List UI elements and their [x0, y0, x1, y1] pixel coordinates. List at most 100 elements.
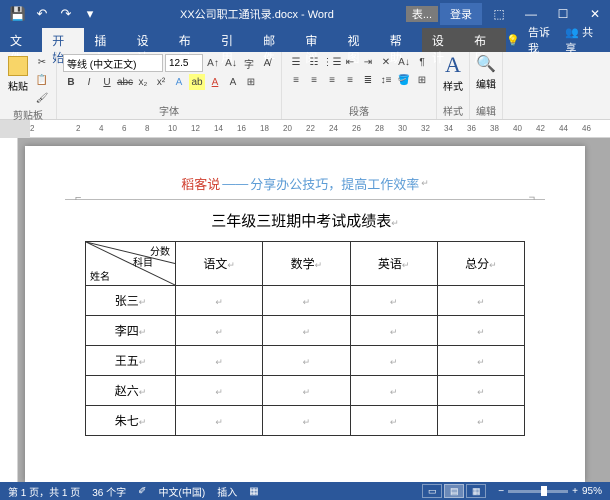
insert-mode[interactable]: 插入	[217, 484, 237, 499]
table-cell[interactable]: ↵	[437, 376, 524, 406]
table-cell[interactable]: ↵	[350, 376, 437, 406]
table-cell[interactable]: ↵	[437, 346, 524, 376]
tab-home[interactable]: 开始	[42, 28, 84, 52]
read-mode-icon[interactable]: ▭	[422, 484, 442, 498]
tab-file[interactable]: 文件	[0, 28, 42, 52]
horizontal-ruler[interactable]: 2246810121416182022242628303234363840424…	[0, 120, 610, 138]
tab-mail[interactable]: 邮件	[253, 28, 295, 52]
zoom-slider[interactable]	[508, 490, 568, 493]
row-name[interactable]: 赵六↵	[86, 376, 176, 406]
multilevel-icon[interactable]: ⋮☰	[324, 54, 340, 70]
vertical-ruler[interactable]	[0, 138, 18, 482]
table-cell[interactable]: ↵	[263, 406, 350, 436]
line-spacing-icon[interactable]: ↕≡	[378, 72, 394, 88]
char-scale-icon[interactable]: ✕	[378, 54, 394, 70]
char-shading-icon[interactable]: A	[225, 74, 241, 90]
text-effect-icon[interactable]: A	[171, 74, 187, 90]
highlight-icon[interactable]: ab	[189, 74, 205, 90]
paste-button[interactable]: 粘贴	[6, 54, 30, 95]
char-border-icon[interactable]: ⊞	[243, 74, 259, 90]
save-icon[interactable]: 💾	[8, 4, 28, 24]
align-left-icon[interactable]: ≡	[288, 72, 304, 88]
sort-icon[interactable]: A↓	[396, 54, 412, 70]
table-cell[interactable]: ↵	[176, 286, 263, 316]
show-marks-icon[interactable]: ¶	[414, 54, 430, 70]
table-cell[interactable]: ↵	[437, 286, 524, 316]
ribbon-options-icon[interactable]: ⬚	[484, 0, 514, 28]
bullets-icon[interactable]: ☰	[288, 54, 304, 70]
macro-icon[interactable]: ▦	[249, 486, 258, 497]
editing-button[interactable]: 🔍 编辑	[476, 54, 496, 91]
tab-layout[interactable]: 布局	[169, 28, 211, 52]
phonetic-icon[interactable]: 字	[241, 55, 257, 71]
col-header[interactable]: 语文↵	[176, 242, 263, 286]
print-layout-icon[interactable]: ▤	[444, 484, 464, 498]
format-painter-icon[interactable]: 🖌	[34, 90, 50, 106]
login-button[interactable]: 登录	[440, 3, 482, 25]
tab-design[interactable]: 设计	[127, 28, 169, 52]
tell-me-icon[interactable]: 💡	[506, 34, 520, 47]
tab-table-design[interactable]: 设计	[422, 28, 464, 52]
table-cell[interactable]: ↵	[350, 346, 437, 376]
row-name[interactable]: 王五↵	[86, 346, 176, 376]
col-header[interactable]: 英语↵	[350, 242, 437, 286]
grade-table[interactable]: 分数 科目 姓名 语文↵ 数学↵ 英语↵ 总分↵ 张三↵↵↵↵↵ 李四↵↵↵↵↵…	[85, 241, 525, 436]
tab-references[interactable]: 引用	[211, 28, 253, 52]
language-status[interactable]: 中文(中国)	[159, 484, 206, 499]
table-cell[interactable]: ↵	[176, 346, 263, 376]
col-header[interactable]: 总分↵	[437, 242, 524, 286]
table-cell[interactable]: ↵	[176, 316, 263, 346]
tab-table-layout[interactable]: 布局	[464, 28, 506, 52]
col-header[interactable]: 数学↵	[263, 242, 350, 286]
document-area[interactable]: ⌐ 稻客说 —— 分享办公技巧，提高工作效率 ↵ ¬ 三年级三班期中考试成绩表↵…	[0, 138, 610, 482]
table-cell[interactable]: ↵	[350, 316, 437, 346]
diagonal-header-cell[interactable]: 分数 科目 姓名	[86, 242, 176, 286]
zoom-in-button[interactable]: +	[572, 486, 578, 497]
table-cell[interactable]: ↵	[176, 406, 263, 436]
redo-icon[interactable]: ↷	[56, 4, 76, 24]
table-cell[interactable]: ↵	[263, 316, 350, 346]
styles-button[interactable]: A 样式	[443, 54, 463, 93]
row-name[interactable]: 朱七↵	[86, 406, 176, 436]
font-size-select[interactable]	[165, 54, 203, 72]
indent-left-icon[interactable]: ⇤	[342, 54, 358, 70]
share-button[interactable]: 👥 共享	[565, 24, 600, 56]
shrink-font-icon[interactable]: A↓	[223, 55, 239, 71]
align-right-icon[interactable]: ≡	[324, 72, 340, 88]
numbering-icon[interactable]: ☷	[306, 54, 322, 70]
web-layout-icon[interactable]: ▦	[466, 484, 486, 498]
word-count[interactable]: 36 个字	[92, 484, 126, 499]
table-cell[interactable]: ↵	[437, 316, 524, 346]
row-name[interactable]: 李四↵	[86, 316, 176, 346]
bold-button[interactable]: B	[63, 74, 79, 90]
clear-format-icon[interactable]: A̸	[259, 55, 275, 71]
undo-icon[interactable]: ↶	[32, 4, 52, 24]
table-cell[interactable]: ↵	[176, 376, 263, 406]
table-cell[interactable]: ↵	[350, 286, 437, 316]
justify-icon[interactable]: ≡	[342, 72, 358, 88]
table-cell[interactable]: ↵	[263, 286, 350, 316]
tab-view[interactable]: 视图	[338, 28, 380, 52]
table-cell[interactable]: ↵	[437, 406, 524, 436]
distribute-icon[interactable]: ≣	[360, 72, 376, 88]
shading-icon[interactable]: 🪣	[396, 72, 412, 88]
borders-icon[interactable]: ⊞	[414, 72, 430, 88]
subscript-button[interactable]: x₂	[135, 74, 151, 90]
font-color-icon[interactable]: A	[207, 74, 223, 90]
grow-font-icon[interactable]: A↑	[205, 55, 221, 71]
table-cell[interactable]: ↵	[263, 376, 350, 406]
row-name[interactable]: 张三↵	[86, 286, 176, 316]
underline-button[interactable]: U	[99, 74, 115, 90]
cut-icon[interactable]: ✂	[34, 54, 50, 70]
tab-review[interactable]: 审阅	[295, 28, 337, 52]
align-center-icon[interactable]: ≡	[306, 72, 322, 88]
tab-insert[interactable]: 插入	[84, 28, 126, 52]
copy-icon[interactable]: 📋	[34, 72, 50, 88]
zoom-percent[interactable]: 95%	[582, 486, 602, 497]
table-cell[interactable]: ↵	[350, 406, 437, 436]
indent-right-icon[interactable]: ⇥	[360, 54, 376, 70]
table-cell[interactable]: ↵	[263, 346, 350, 376]
italic-button[interactable]: I	[81, 74, 97, 90]
tell-me-button[interactable]: 告诉我	[528, 24, 557, 56]
page-count[interactable]: 第 1 页，共 1 页	[8, 484, 80, 499]
